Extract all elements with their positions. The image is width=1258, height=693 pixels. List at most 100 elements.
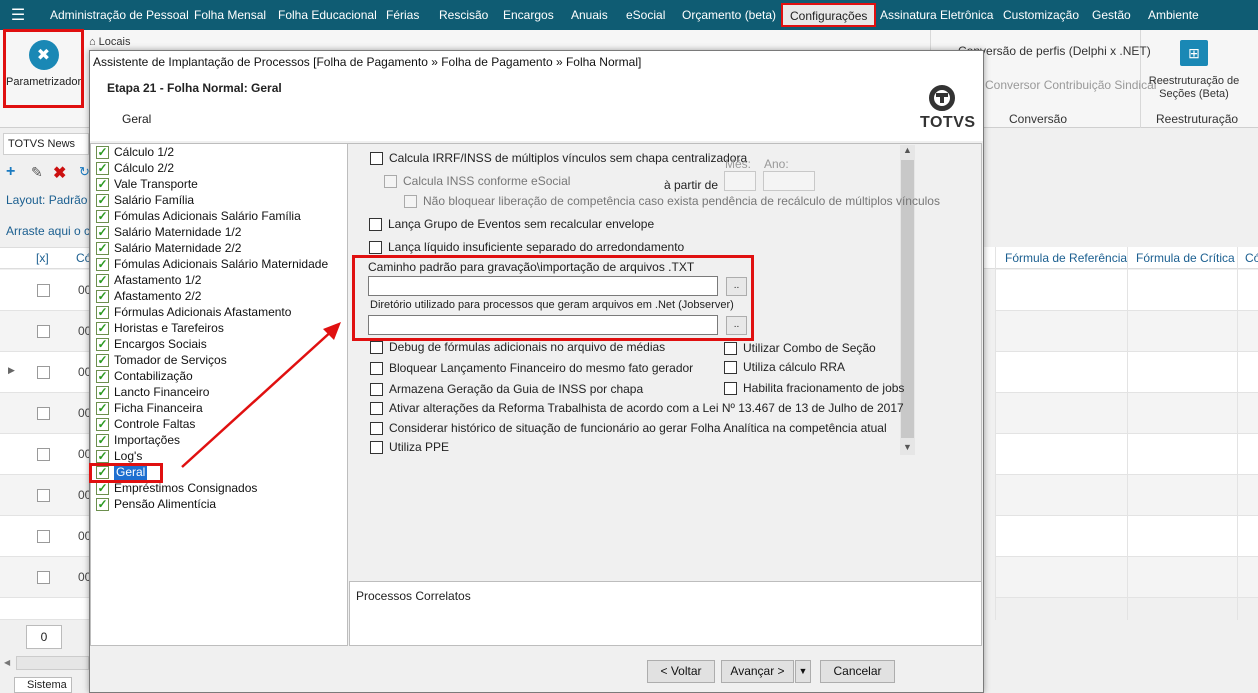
calculo-rra-checkbox[interactable]: Utiliza cálculo RRA [724, 360, 845, 374]
tree-item[interactable]: ✓ Vale Transporte [96, 176, 198, 192]
row-checkbox[interactable] [37, 325, 50, 338]
next-button[interactable]: Avançar > [721, 660, 794, 683]
considerar-historico-checkbox[interactable]: Considerar histórico de situação de func… [370, 421, 887, 435]
tree-item[interactable]: ✓ Encargos Sociais [96, 336, 207, 352]
table-row[interactable]: 00 [0, 516, 91, 557]
col-formula-critica[interactable]: Fórmula de Crítica [1136, 251, 1235, 265]
row-checkbox[interactable] [37, 571, 50, 584]
checkbox[interactable] [370, 151, 383, 165]
conversor-contribuicao-button[interactable]: Conversor Contribuição Sindical [985, 78, 1156, 92]
fracionamento-checkbox[interactable]: Habilita fracionamento de jobs [724, 381, 904, 395]
menu-administracao[interactable]: Administração de Pessoal [50, 0, 189, 30]
utiliza-ppe-checkbox[interactable]: Utiliza PPE [370, 440, 449, 454]
back-button[interactable]: < Voltar [647, 660, 715, 683]
checkbox[interactable] [369, 240, 382, 254]
tree-item[interactable]: ✓ Afastamento 2/2 [96, 288, 201, 304]
tree-item[interactable]: ✓ Horistas e Tarefeiros [96, 320, 224, 336]
menu-esocial[interactable]: eSocial [626, 0, 665, 30]
tree-item[interactable]: ✓ Contabilização [96, 368, 193, 384]
menu-configuracoes[interactable]: Configurações [781, 3, 877, 27]
mes-input[interactable] [724, 171, 756, 191]
armazena-guia-checkbox[interactable]: Armazena Geração da Guia de INSS por cha… [370, 382, 643, 396]
row-checkbox[interactable] [37, 366, 50, 379]
col-formula-referencia[interactable]: Fórmula de Referência [1005, 251, 1127, 265]
conversao-perfis-button[interactable]: Conversão de perfis (Delphi x .NET) [958, 44, 1151, 58]
app-menu-icon[interactable]: ☰ [0, 0, 36, 30]
tree-item[interactable]: ✓ Log's [96, 448, 142, 464]
tree-item[interactable]: ✓ Importações [96, 432, 180, 448]
menu-gestao[interactable]: Gestão [1092, 0, 1131, 30]
lanca-liquido-checkbox[interactable]: Lança líquido insuficiente separado do a… [369, 240, 684, 254]
tree-item[interactable]: ✓ Lancto Financeiro [96, 384, 209, 400]
menu-anuais[interactable]: Anuais [571, 0, 608, 30]
lanca-grupo-checkbox[interactable]: Lança Grupo de Eventos sem recalcular en… [369, 217, 654, 231]
locais-button[interactable]: ⌂ Locais [89, 36, 130, 48]
table-row[interactable]: 00 [0, 557, 91, 598]
debug-formulas-checkbox[interactable]: Debug de fórmulas adicionais no arquivo … [370, 340, 665, 354]
row-checkbox[interactable] [37, 530, 50, 543]
layout-selector[interactable]: Layout: Padrão [6, 193, 87, 207]
col-code-right[interactable]: Có [1245, 251, 1258, 265]
checkbox[interactable] [404, 194, 417, 208]
tree-item[interactable]: ✓ Cálculo 2/2 [96, 160, 174, 176]
cancel-button[interactable]: Cancelar [820, 660, 895, 683]
add-icon[interactable]: + [6, 163, 15, 181]
tree-item[interactable]: ✓ Afastamento 1/2 [96, 272, 201, 288]
tree-item[interactable]: ✓ Salário Família [96, 192, 194, 208]
checkbox[interactable] [370, 440, 383, 454]
menu-rescisao[interactable]: Rescisão [439, 0, 488, 30]
tree-item[interactable]: ✓ Salário Maternidade 1/2 [96, 224, 241, 240]
table-row[interactable]: 00 [0, 434, 91, 475]
combo-secao-checkbox[interactable]: Utilizar Combo de Seção [724, 341, 876, 355]
nao-bloquear-checkbox[interactable]: Não bloquear liberação de competência ca… [404, 194, 940, 208]
table-row[interactable]: 00 [0, 393, 91, 434]
checkbox[interactable] [369, 217, 382, 231]
tree-item[interactable]: ✓ Tomador de Serviços [96, 352, 227, 368]
bloquear-lancamento-checkbox[interactable]: Bloquear Lançamento Financeiro do mesmo … [370, 361, 693, 375]
tree-item[interactable]: ✓ Pensão Alimentícia [96, 496, 216, 512]
menu-customizacao[interactable]: Customização [1003, 0, 1079, 30]
table-row[interactable] [0, 598, 89, 620]
parametrizador-button[interactable]: ✖ Parametrizador [3, 29, 84, 108]
row-checkbox[interactable] [37, 448, 50, 461]
tree-item[interactable]: ✓ Fórmulas Adicionais Afastamento [96, 304, 291, 320]
delete-icon[interactable]: ✖ [53, 163, 66, 183]
row-checkbox[interactable] [37, 284, 50, 297]
menu-encargos[interactable]: Encargos [503, 0, 554, 30]
tree-item[interactable]: ✓ Cálculo 1/2 [96, 144, 174, 160]
calc-inss-checkbox[interactable]: Calcula INSS conforme eSocial [384, 174, 570, 188]
checkbox[interactable] [370, 401, 383, 415]
hierarchy-icon[interactable]: ⊞ [1180, 40, 1208, 66]
scroll-up-icon[interactable]: ▲ [903, 145, 912, 155]
tree-item[interactable]: ✓ Fómulas Adicionais Salário Maternidade [96, 256, 328, 272]
next-dropdown-icon[interactable]: ▼ [795, 660, 811, 683]
checkbox[interactable] [370, 382, 383, 396]
menu-ferias[interactable]: Férias [386, 0, 419, 30]
menu-orcamento[interactable]: Orçamento (beta) [682, 0, 776, 30]
checkbox[interactable] [724, 381, 737, 395]
scroll-left-icon[interactable]: ◀ [4, 658, 10, 667]
table-row[interactable]: 00 [0, 475, 91, 516]
row-checkbox[interactable] [37, 407, 50, 420]
tree-item[interactable]: ✓ Ficha Financeira [96, 400, 203, 416]
tree-item[interactable]: ✓ Controle Faltas [96, 416, 195, 432]
edit-icon[interactable]: ✎ [31, 164, 43, 181]
tab-totvs-news[interactable]: TOTVS News [3, 133, 89, 155]
ano-input[interactable] [763, 171, 815, 191]
menu-ambiente[interactable]: Ambiente [1148, 0, 1199, 30]
horizontal-scrollbar[interactable] [16, 656, 89, 670]
row-checkbox[interactable] [37, 489, 50, 502]
ativar-reforma-checkbox[interactable]: Ativar alterações da Reforma Trabalhista… [370, 401, 904, 415]
calc-irrf-checkbox[interactable]: Calcula IRRF/INSS de múltiplos vínculos … [370, 151, 747, 165]
checkbox[interactable] [724, 341, 737, 355]
tree-item[interactable]: ✓ Salário Maternidade 2/2 [96, 240, 241, 256]
tree-item[interactable]: ✓ Fómulas Adicionais Salário Família [96, 208, 301, 224]
checkbox[interactable] [370, 340, 383, 354]
reestruturacao-button[interactable]: Reestruturação de Seções (Beta) [1146, 75, 1242, 101]
table-row[interactable]: 00 [0, 311, 91, 352]
checkbox[interactable] [724, 360, 737, 374]
table-row[interactable]: 00 [0, 270, 91, 311]
checkbox[interactable] [370, 421, 383, 435]
menu-folha-educacional[interactable]: Folha Educacional [278, 0, 377, 30]
checkbox[interactable] [370, 361, 383, 375]
